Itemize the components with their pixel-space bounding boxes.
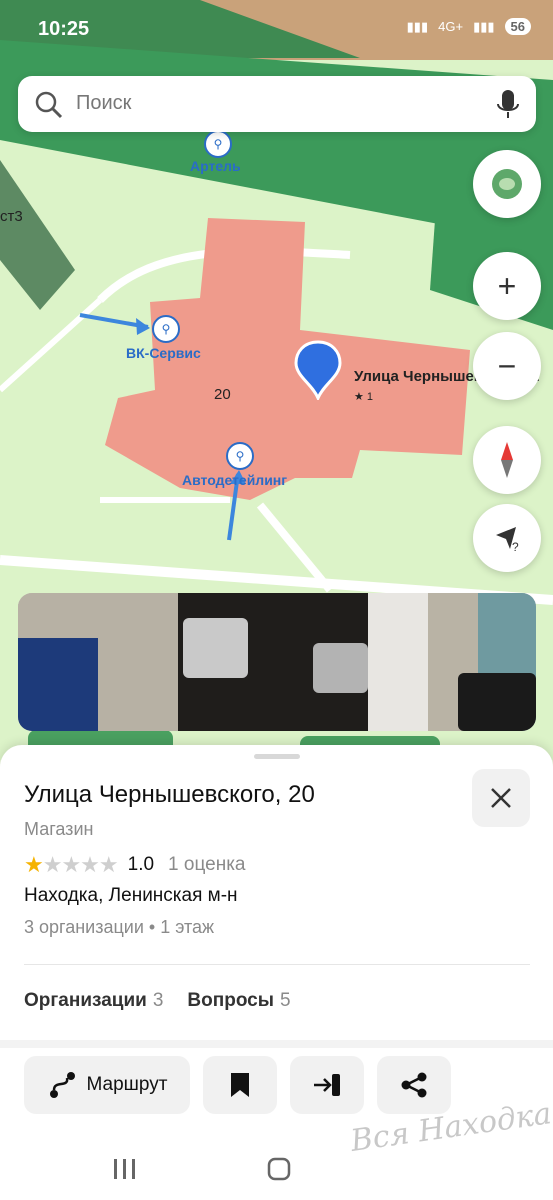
close-button[interactable]: [472, 769, 530, 827]
rating-map-label: ★ 1: [354, 391, 374, 403]
compass-button[interactable]: [473, 426, 541, 494]
house-number-label: 20: [214, 386, 231, 403]
place-rating[interactable]: ★★★★★ 1.0 1 оценка: [24, 852, 246, 878]
vk-service-label[interactable]: ВК-Сервис: [126, 345, 201, 361]
status-icons: ▮▮▮ 4G+ ▮▮▮ 56: [407, 18, 531, 35]
microphone-icon[interactable]: [496, 88, 520, 120]
compass-icon: [501, 442, 513, 478]
network-label: 4G+: [438, 19, 464, 34]
autodetailing-poi-icon[interactable]: ⚲: [226, 442, 254, 470]
close-icon: [491, 788, 511, 808]
tab-questions-label: Вопросы: [187, 990, 274, 1011]
home-icon[interactable]: [266, 1156, 292, 1182]
recent-apps-icon[interactable]: [112, 1157, 138, 1181]
place-category: Магазин: [24, 819, 94, 839]
route-label: Маршрут: [86, 1074, 168, 1095]
tab-organizations[interactable]: Организации 3: [24, 990, 163, 1012]
share-icon: [401, 1072, 427, 1098]
layers-button[interactable]: [473, 150, 541, 218]
route-icon: [49, 1072, 75, 1098]
tab-questions[interactable]: Вопросы 5: [187, 990, 290, 1012]
rating-count[interactable]: 1 оценка: [168, 854, 245, 876]
rating-value: 1.0: [127, 854, 155, 875]
artel-label[interactable]: Артель: [190, 158, 241, 174]
route-button[interactable]: Маршрут: [24, 1056, 190, 1114]
enter-icon: [314, 1074, 340, 1096]
signal-icon: ▮▮▮: [406, 18, 429, 34]
zoom-in-button[interactable]: +: [473, 252, 541, 320]
system-nav-bar: [0, 1140, 553, 1200]
artel-poi-icon[interactable]: ⚲: [204, 130, 232, 158]
drag-handle[interactable]: [254, 754, 300, 759]
place-tabs: Организации 3 Вопросы 5: [24, 990, 291, 1012]
status-bar: 10:25 ▮▮▮ 4G+ ▮▮▮ 56: [0, 0, 553, 58]
navigation-arrow-icon: ?: [496, 527, 519, 554]
place-address: Находка, Ленинская м-н: [24, 885, 238, 906]
layers-icon: [492, 169, 522, 199]
bookmark-icon: [231, 1073, 249, 1097]
divider: [24, 964, 530, 965]
battery-level: 56: [504, 18, 531, 35]
rating-stars-icon: ★★★★★: [24, 852, 119, 877]
tab-questions-count: 5: [279, 990, 291, 1011]
search-bar[interactable]: Поиск: [18, 76, 536, 132]
vk-service-poi-icon[interactable]: ⚲: [152, 315, 180, 343]
search-placeholder[interactable]: Поиск: [76, 92, 131, 115]
share-button[interactable]: [377, 1056, 451, 1114]
place-photo[interactable]: [18, 593, 536, 731]
svg-text:?: ?: [512, 540, 519, 554]
my-location-button[interactable]: ?: [473, 504, 541, 572]
enter-button[interactable]: [290, 1056, 364, 1114]
signal-icon-2: ▮▮▮: [473, 18, 495, 34]
minus-icon: −: [497, 347, 517, 384]
status-time: 10:25: [38, 18, 90, 40]
place-meta: 3 организации • 1 этаж: [24, 917, 215, 937]
search-icon: [35, 91, 63, 119]
location-pin-icon[interactable]: [292, 338, 344, 400]
zoom-out-button[interactable]: −: [473, 332, 541, 400]
bookmark-button[interactable]: [203, 1056, 277, 1114]
place-title: Улица Чернышевского, 20: [24, 781, 315, 808]
plus-icon: +: [497, 267, 517, 304]
tab-organizations-label: Организации: [24, 990, 147, 1011]
tab-organizations-count: 3: [152, 990, 164, 1011]
edge-left-label: ст3: [0, 208, 23, 225]
autodetailing-label[interactable]: Автодетейлинг: [182, 472, 287, 488]
section-divider: [0, 1040, 553, 1048]
garage-photo-image: [18, 593, 536, 731]
